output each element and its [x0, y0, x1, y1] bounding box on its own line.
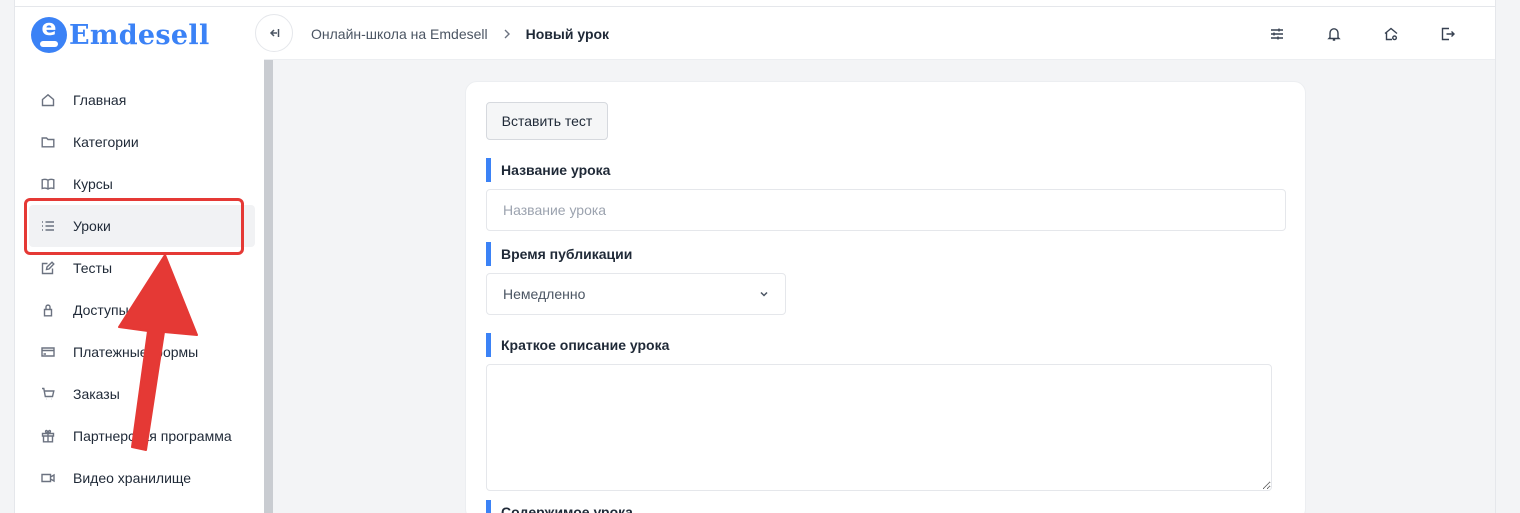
label-accent-bar — [486, 500, 491, 513]
sidebar-item-categories[interactable]: Категории — [29, 121, 255, 163]
sidebar-item-affiliate[interactable]: Партнерская программа — [29, 415, 255, 457]
annotation-highlight-box — [24, 198, 244, 255]
window-left-edge — [0, 0, 15, 513]
sidebar-item-label: Видео хранилище — [73, 470, 192, 486]
book-icon — [41, 177, 55, 191]
window-top-edge — [0, 0, 1520, 7]
short-description-label: Краткое описание урока — [486, 333, 669, 357]
sidebar-item-access[interactable]: Доступы — [29, 289, 255, 331]
settings-sliders-icon[interactable] — [1266, 23, 1288, 45]
label-accent-bar — [486, 333, 491, 357]
insert-test-button[interactable]: Вставить тест — [486, 102, 608, 140]
gift-icon — [41, 429, 55, 443]
main-content: Вставить тест Название урока Время публи… — [273, 60, 1495, 513]
sidebar-item-home[interactable]: Главная — [29, 79, 255, 121]
lesson-title-input[interactable] — [486, 189, 1286, 231]
top-header: Онлайн-школа на Emdesell Новый урок — [255, 7, 1495, 60]
publish-time-value: Немедленно — [503, 286, 586, 302]
edit-icon — [41, 261, 55, 275]
breadcrumb-parent-link[interactable]: Онлайн-школа на Emdesell — [311, 26, 488, 42]
video-icon — [41, 471, 55, 485]
sidebar-item-label: Тесты — [73, 260, 113, 276]
chevron-right-icon — [502, 29, 512, 39]
label-accent-bar — [486, 158, 491, 182]
sidebar-item-label: Заказы — [73, 386, 120, 402]
collapse-icon — [269, 29, 280, 37]
sidebar-scrollbar[interactable] — [264, 60, 273, 513]
home-settings-icon[interactable] — [1380, 23, 1402, 45]
publish-time-label: Время публикации — [486, 242, 632, 266]
short-description-label-text: Краткое описание урока — [501, 337, 670, 353]
lesson-title-label: Название урока — [486, 158, 610, 182]
collapse-sidebar-button[interactable] — [255, 14, 293, 52]
sidebar-item-label: Партнерская программа — [73, 428, 232, 444]
sidebar-item-label: Категории — [73, 134, 139, 150]
brand-name: Emdesell — [69, 19, 210, 51]
bell-icon[interactable] — [1323, 23, 1345, 45]
sidebar-item-label: Курсы — [73, 176, 113, 192]
publish-time-label-text: Время публикации — [501, 246, 633, 262]
sidebar-item-video-storage[interactable]: Видео хранилище — [29, 457, 255, 499]
home-icon — [41, 93, 55, 107]
logout-icon[interactable] — [1437, 23, 1459, 45]
chevron-down-icon — [760, 291, 768, 297]
breadcrumb-current: Новый урок — [525, 25, 610, 42]
header-actions — [1266, 7, 1494, 60]
lesson-content-label: Содержимое урока — [486, 500, 633, 513]
credit-card-icon — [41, 345, 55, 359]
lock-icon — [41, 303, 55, 317]
lesson-form-card: Вставить тест Название урока Время публи… — [465, 81, 1306, 513]
sidebar-item-label: Главная — [73, 92, 127, 108]
sidebar: e Emdesell Главная Категории Курсы Уроки… — [15, 7, 264, 513]
lesson-title-label-text: Название урока — [501, 162, 611, 178]
sidebar-item-orders[interactable]: Заказы — [29, 373, 255, 415]
folder-icon — [41, 135, 55, 149]
sidebar-item-payment-forms[interactable]: Платежные формы — [29, 331, 255, 373]
window-right-edge — [1495, 0, 1520, 513]
short-description-textarea[interactable] — [486, 364, 1272, 491]
lesson-content-label-text: Содержимое урока — [501, 504, 633, 513]
brand-logo[interactable]: e Emdesell — [31, 16, 210, 54]
label-accent-bar — [486, 242, 491, 266]
logo-icon: e — [31, 16, 67, 53]
sidebar-menu: Главная Категории Курсы Уроки Тесты Дост… — [29, 79, 255, 499]
publish-time-select[interactable]: Немедленно — [486, 273, 786, 315]
logo-glyph: e — [41, 16, 57, 41]
breadcrumb: Онлайн-школа на Emdesell Новый урок — [311, 7, 609, 60]
sidebar-item-label: Платежные формы — [73, 344, 199, 360]
cart-icon — [41, 387, 55, 401]
sidebar-item-label: Доступы — [73, 302, 129, 318]
